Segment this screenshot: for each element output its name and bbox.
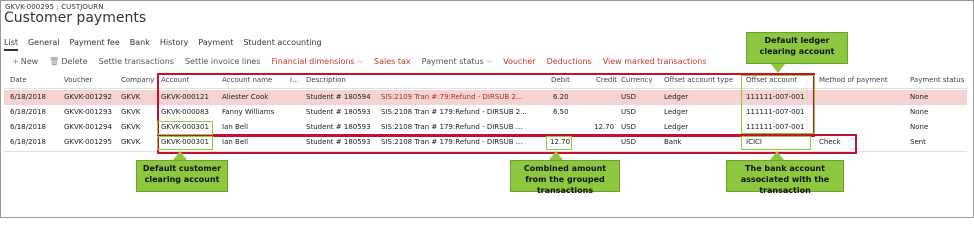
cell-date: 6/18/2018 — [10, 93, 46, 101]
callout-ledger: Default ledger clearing account — [746, 32, 848, 64]
column-header-company[interactable]: Company — [121, 76, 154, 84]
cell-company: GKVK — [121, 138, 141, 146]
delete-button[interactable]: 🗑 Delete — [49, 57, 87, 66]
tab-history[interactable]: History — [160, 38, 188, 47]
callout-bank-arrow — [770, 151, 784, 160]
combined-amount-highlight — [546, 136, 572, 150]
tab-payment[interactable]: Payment — [198, 38, 233, 47]
tab-bar: List General Payment fee Bank History Pa… — [4, 38, 332, 51]
financial-dimensions-label: Financial dimensions — [271, 57, 355, 66]
cell-status: None — [910, 108, 929, 116]
cell-voucher[interactable]: GKVK-001295 — [64, 135, 112, 150]
delete-label: Delete — [61, 57, 88, 66]
customer-clearing-highlight — [157, 136, 213, 150]
cell-date: 6/18/2018 — [10, 123, 46, 131]
chevron-down-icon: ⌵ — [357, 57, 364, 65]
cell-status: None — [910, 93, 929, 101]
customer-clearing-highlight — [157, 121, 213, 135]
action-toolbar: + New 🗑 Delete Settle transactions Settle … — [12, 57, 717, 66]
voucher-button[interactable]: Voucher — [503, 57, 536, 66]
tab-student-accounting[interactable]: Student accounting — [243, 38, 321, 47]
callout-customer: Default customer clearing account — [136, 160, 228, 192]
payment-status-label: Payment status — [421, 57, 484, 66]
callout-combined-arrow — [549, 151, 563, 160]
settle-invoice-lines-button[interactable]: Settle invoice lines — [185, 57, 261, 66]
new-button[interactable]: + New — [12, 57, 38, 66]
callout-combined: Combined amount from the grouped transac… — [510, 160, 620, 195]
settle-transactions-button[interactable]: Settle transactions — [99, 57, 174, 66]
cell-date: 6/18/2018 — [10, 138, 46, 146]
sales-tax-button[interactable]: Sales tax — [374, 57, 411, 66]
cell-date: 6/18/2018 — [10, 108, 46, 116]
financial-dimensions-menu[interactable]: Financial dimensions ⌵ — [272, 57, 364, 66]
tab-payment-fee[interactable]: Payment fee — [70, 38, 120, 47]
cell-status: None — [910, 123, 929, 131]
cell-voucher[interactable]: GKVK-001294 — [64, 120, 112, 135]
bank-account-highlight — [741, 136, 811, 150]
cell-status: Sent — [910, 138, 926, 146]
view-marked-transactions-button[interactable]: View marked transactions — [603, 57, 707, 66]
ledger-clearing-highlight — [741, 75, 815, 134]
page-title: Customer payments — [4, 10, 147, 26]
grouped-transactions-highlight — [157, 73, 815, 137]
chevron-down-icon: ⌵ — [486, 57, 493, 65]
tab-list[interactable]: List — [4, 38, 18, 51]
cell-company: GKVK — [121, 123, 141, 131]
callout-ledger-arrow — [771, 64, 785, 73]
callout-bank: The bank account associated with the tra… — [726, 160, 844, 195]
new-label: New — [20, 57, 39, 66]
plus-icon: + — [12, 57, 19, 66]
callout-customer-arrow — [173, 151, 187, 160]
cell-voucher[interactable]: GKVK-001292 — [64, 90, 112, 105]
column-header-payment-status[interactable]: Payment status — [910, 76, 964, 84]
cell-company: GKVK — [121, 108, 141, 116]
cell-company: GKVK — [121, 93, 141, 101]
cell-voucher[interactable]: GKVK-001293 — [64, 105, 112, 120]
column-header-date[interactable]: Date — [10, 76, 27, 84]
trash-icon: 🗑 — [49, 57, 60, 66]
deductions-button[interactable]: Deductions — [547, 57, 592, 66]
tab-general[interactable]: General — [28, 38, 60, 47]
payment-status-menu[interactable]: Payment status ⌵ — [422, 57, 492, 66]
column-header-method-of-payment[interactable]: Method of payment — [819, 76, 888, 84]
column-header-voucher[interactable]: Voucher — [64, 76, 92, 84]
tab-bank[interactable]: Bank — [130, 38, 150, 47]
